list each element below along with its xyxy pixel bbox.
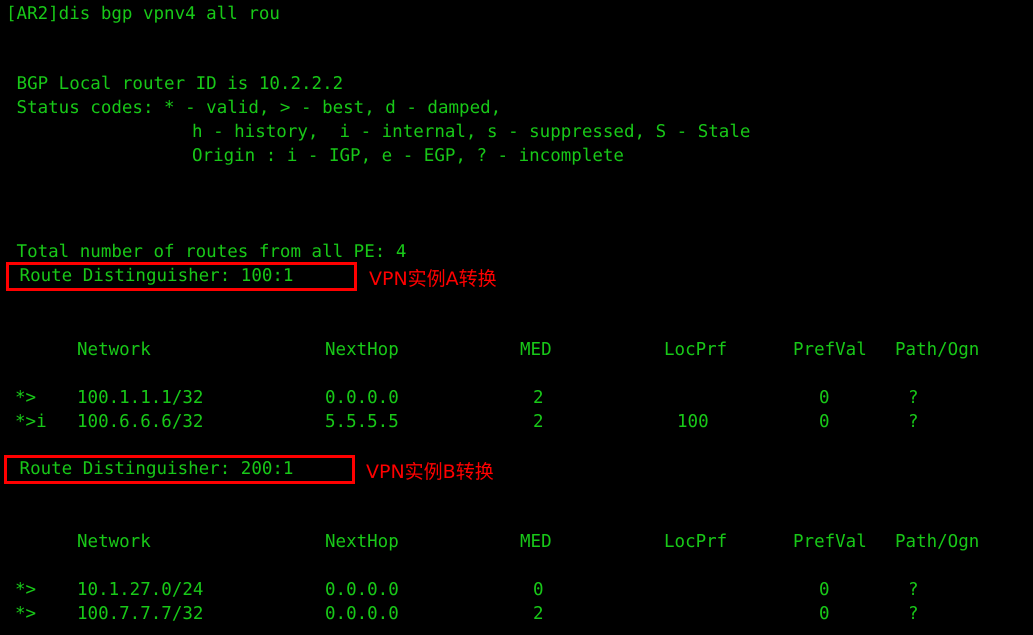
column-header-locprf-a: LocPrf — [664, 340, 728, 360]
row-locprf: 100 — [677, 412, 709, 432]
row-status: *> — [15, 388, 37, 408]
row-prefval: 0 — [819, 580, 830, 600]
column-header-nexthop-a: NextHop — [325, 340, 399, 360]
column-header-network-a: Network — [77, 340, 151, 360]
row-network: 10.1.27.0/24 — [77, 580, 204, 600]
bgp-router-id-line: BGP Local router ID is 10.2.2.2 — [6, 74, 344, 94]
column-header-med-b: MED — [520, 532, 552, 552]
row-med: 2 — [533, 412, 544, 432]
bgp-status-codes-line: Status codes: * - valid, > - best, d - d… — [6, 98, 502, 118]
row-path-ogn: ? — [908, 412, 919, 432]
terminal-screen: [AR2]dis bgp vpnv4 all rou BGP Local rou… — [0, 0, 1033, 635]
total-routes-line: Total number of routes from all PE: 4 — [6, 242, 407, 262]
row-path-ogn: ? — [908, 580, 919, 600]
row-network: 100.6.6.6/32 — [77, 412, 204, 432]
column-header-nexthop-b: NextHop — [325, 532, 399, 552]
row-med: 2 — [533, 388, 544, 408]
row-med: 0 — [533, 580, 544, 600]
row-nexthop: 0.0.0.0 — [325, 580, 399, 600]
column-header-locprf-b: LocPrf — [664, 532, 728, 552]
row-nexthop: 0.0.0.0 — [325, 388, 399, 408]
column-header-path-ogn-b: Path/Ogn — [895, 532, 980, 552]
row-nexthop: 5.5.5.5 — [325, 412, 399, 432]
row-status: *> — [15, 604, 37, 624]
bgp-status-codes-continuation-2: Origin : i - IGP, e - EGP, ? - incomplet… — [192, 146, 624, 166]
column-header-prefval-a: PrefVal — [793, 340, 867, 360]
row-status: *> — [15, 580, 37, 600]
command-prompt-line: [AR2]dis bgp vpnv4 all rou — [6, 4, 280, 24]
row-nexthop: 0.0.0.0 — [325, 604, 399, 624]
bgp-status-codes-continuation-1: h - history, i - internal, s - suppresse… — [192, 122, 751, 142]
route-distinguisher-label-a: Route Distinguisher: 100:1 — [9, 266, 294, 286]
row-network: 100.7.7.7/32 — [77, 604, 204, 624]
row-prefval: 0 — [819, 604, 830, 624]
row-status: *>i — [15, 412, 47, 432]
row-network: 100.1.1.1/32 — [77, 388, 204, 408]
route-distinguisher-label-b: Route Distinguisher: 200:1 — [9, 459, 294, 479]
column-header-path-ogn-a: Path/Ogn — [895, 340, 980, 360]
annotation-vpn-instance-a: VPN实例A转换 — [369, 268, 497, 290]
annotation-vpn-instance-b: VPN实例B转换 — [366, 461, 494, 483]
row-path-ogn: ? — [908, 388, 919, 408]
row-prefval: 0 — [819, 388, 830, 408]
row-prefval: 0 — [819, 412, 830, 432]
column-header-network-b: Network — [77, 532, 151, 552]
column-header-prefval-b: PrefVal — [793, 532, 867, 552]
column-header-med-a: MED — [520, 340, 552, 360]
row-path-ogn: ? — [908, 604, 919, 624]
row-med: 2 — [533, 604, 544, 624]
